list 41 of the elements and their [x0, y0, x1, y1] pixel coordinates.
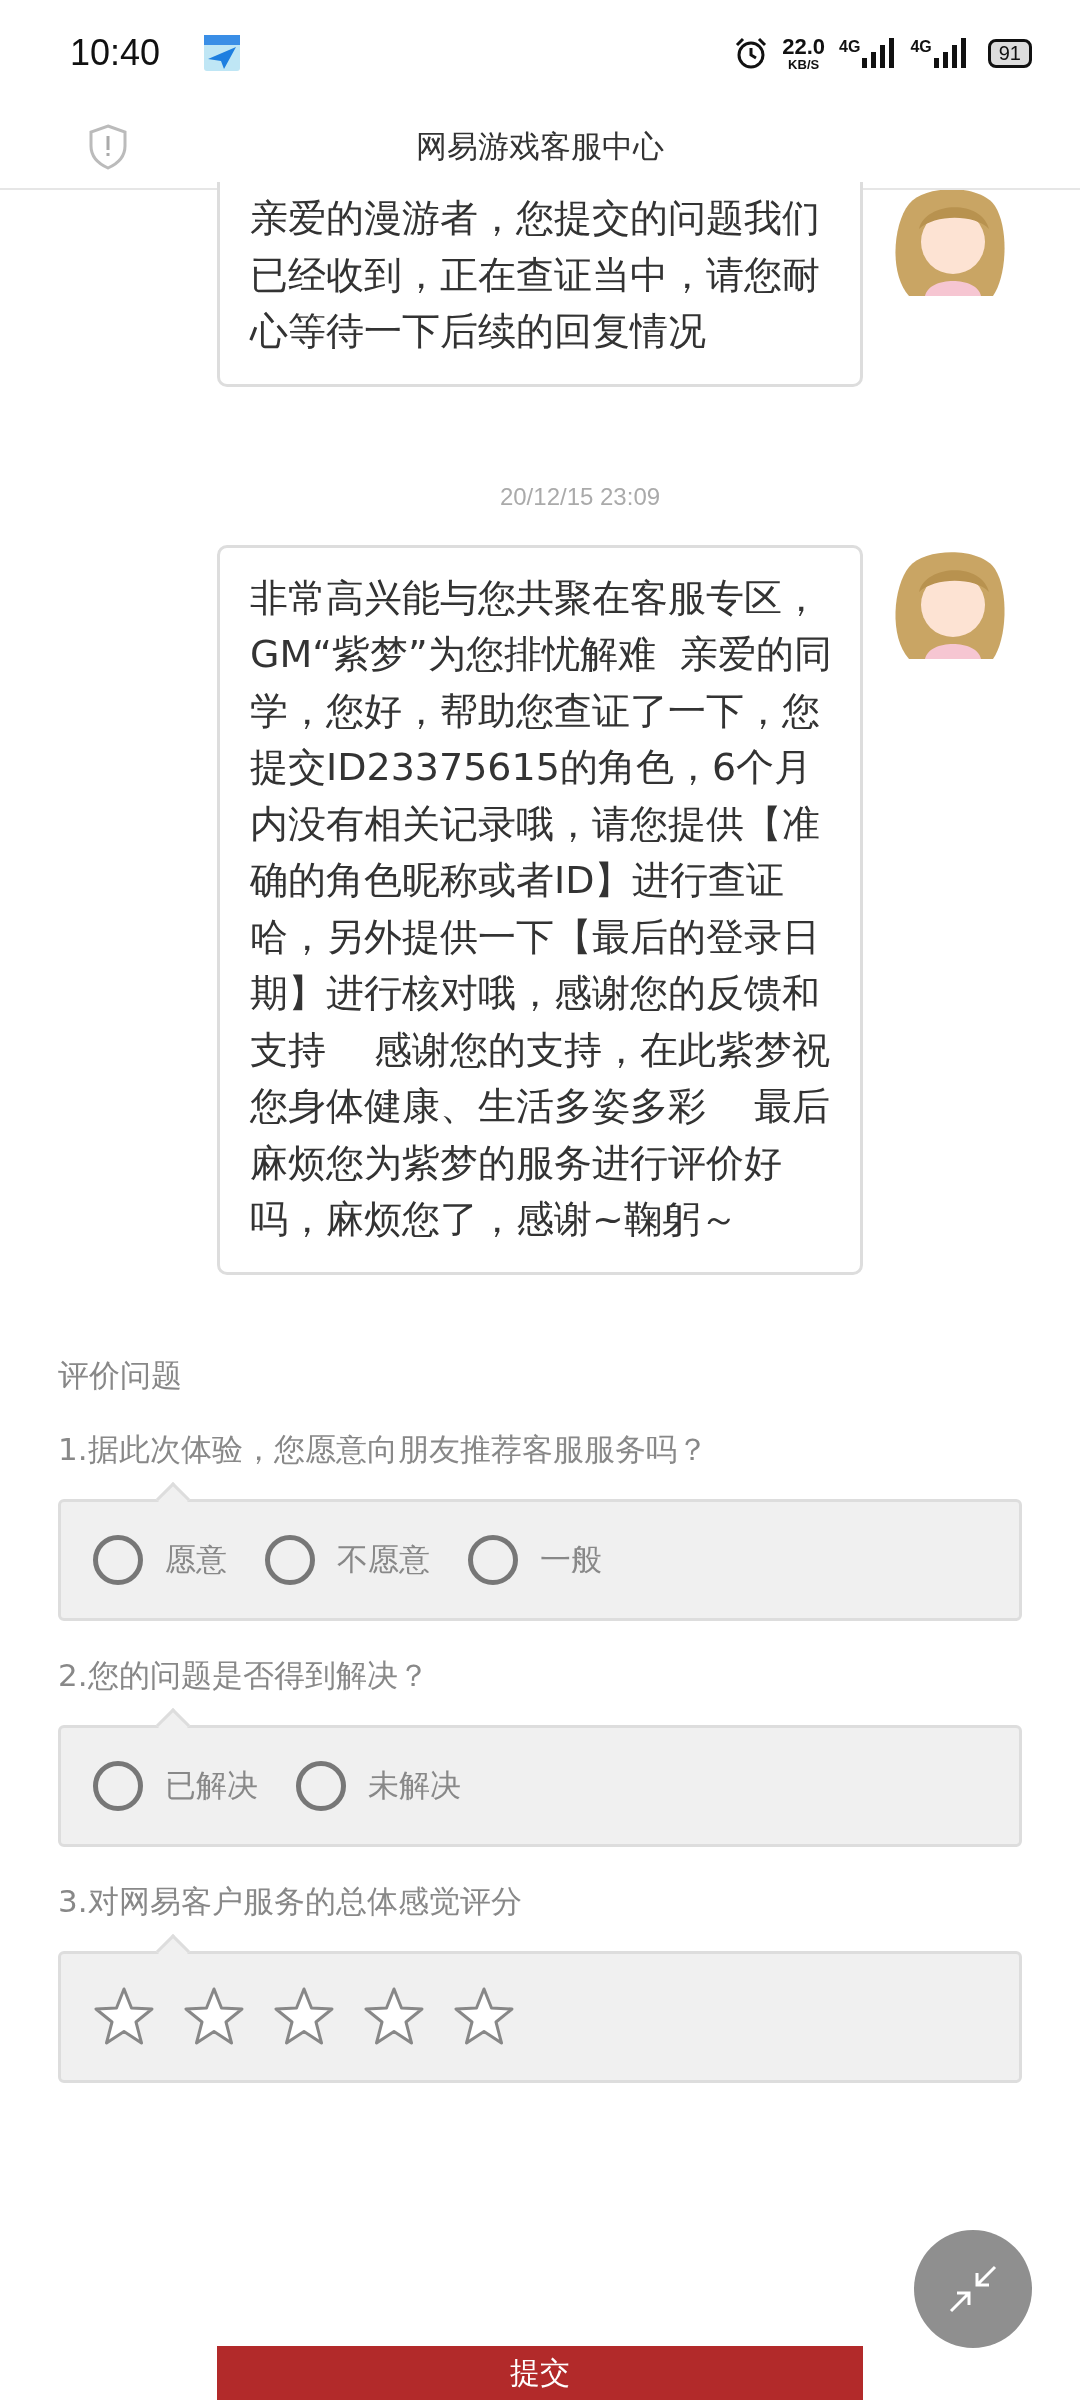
paper-plane-icon — [202, 33, 243, 73]
option-label[interactable]: 不愿意 — [337, 1538, 430, 1581]
collapse-icon — [947, 2263, 999, 2315]
star-icon[interactable] — [183, 1985, 245, 2048]
star-icon[interactable] — [453, 1985, 515, 2048]
option-label[interactable]: 愿意 — [165, 1538, 227, 1581]
message-text: 亲爱的漫游者，您提交的问题我们已经收到，正在查证当中，请您耐心等待一下后续的回复情况 — [250, 195, 821, 355]
radio-button[interactable] — [296, 1760, 346, 1811]
network-type: 4G — [839, 38, 861, 56]
option-label[interactable]: 一般 — [540, 1538, 602, 1581]
network-speed: 22.0 — [782, 35, 826, 58]
radio-option[interactable]: 一般 — [468, 1534, 602, 1585]
option-label[interactable]: 未解决 — [368, 1764, 461, 1807]
star-icon[interactable] — [93, 1985, 155, 2048]
radio-option[interactable]: 不愿意 — [265, 1534, 430, 1585]
network-type: 4G — [910, 38, 932, 56]
radio-button[interactable] — [468, 1534, 518, 1585]
question-text: 3.对网易客户服务的总体感觉评分 — [58, 1881, 523, 1921]
speed-unit: KB/S — [788, 57, 820, 71]
message-text: 非常高兴能与您共聚在客服专区，GM“紫梦”为您排忧解难 亲爱的同学，您好，帮助您查证了一下，您提交ID23375615的角色，6个月内没有相关记录哦，请您提供【准确的角色昵称或者ID】进行查证哈，另外提供一下【最后的登录日期】进行核对哦，感谢您的反馈和支持 感谢您的支持，在此紫梦祝您身体健康、生活多姿多彩 最后麻烦您为紫梦的服务进行评价好吗，麻烦您了，感谢~鞠躬～ — [250, 574, 832, 1243]
battery-level: 91 — [998, 41, 1021, 64]
star-icon[interactable] — [273, 1985, 335, 2048]
option-label[interactable]: 已解决 — [165, 1764, 258, 1807]
signal-icon — [862, 38, 897, 68]
section-title: 评价问题 — [58, 1355, 183, 1395]
question-text: 2.您的问题是否得到解决？ — [58, 1655, 430, 1695]
submit-button[interactable]: 提交 — [217, 2346, 863, 2400]
radio-button[interactable] — [93, 1534, 143, 1585]
clock-time: 10:40 — [70, 32, 161, 74]
radio-option[interactable]: 愿意 — [93, 1534, 227, 1585]
message-time: 20/12/15 23:09 — [498, 482, 662, 511]
radio-option[interactable]: 未解决 — [296, 1760, 461, 1811]
shield-icon — [88, 124, 128, 170]
radio-button[interactable] — [93, 1760, 143, 1811]
alarm-icon — [734, 36, 769, 70]
signal-icon — [933, 38, 968, 68]
star-icon[interactable] — [363, 1985, 425, 2048]
radio-button[interactable] — [265, 1534, 315, 1585]
page-title: 网易游戏客服中心 — [416, 127, 664, 166]
radio-option[interactable]: 已解决 — [93, 1760, 258, 1811]
question-text: 1.据此次体验，您愿意向朋友推荐客服服务吗？ — [58, 1429, 709, 1469]
